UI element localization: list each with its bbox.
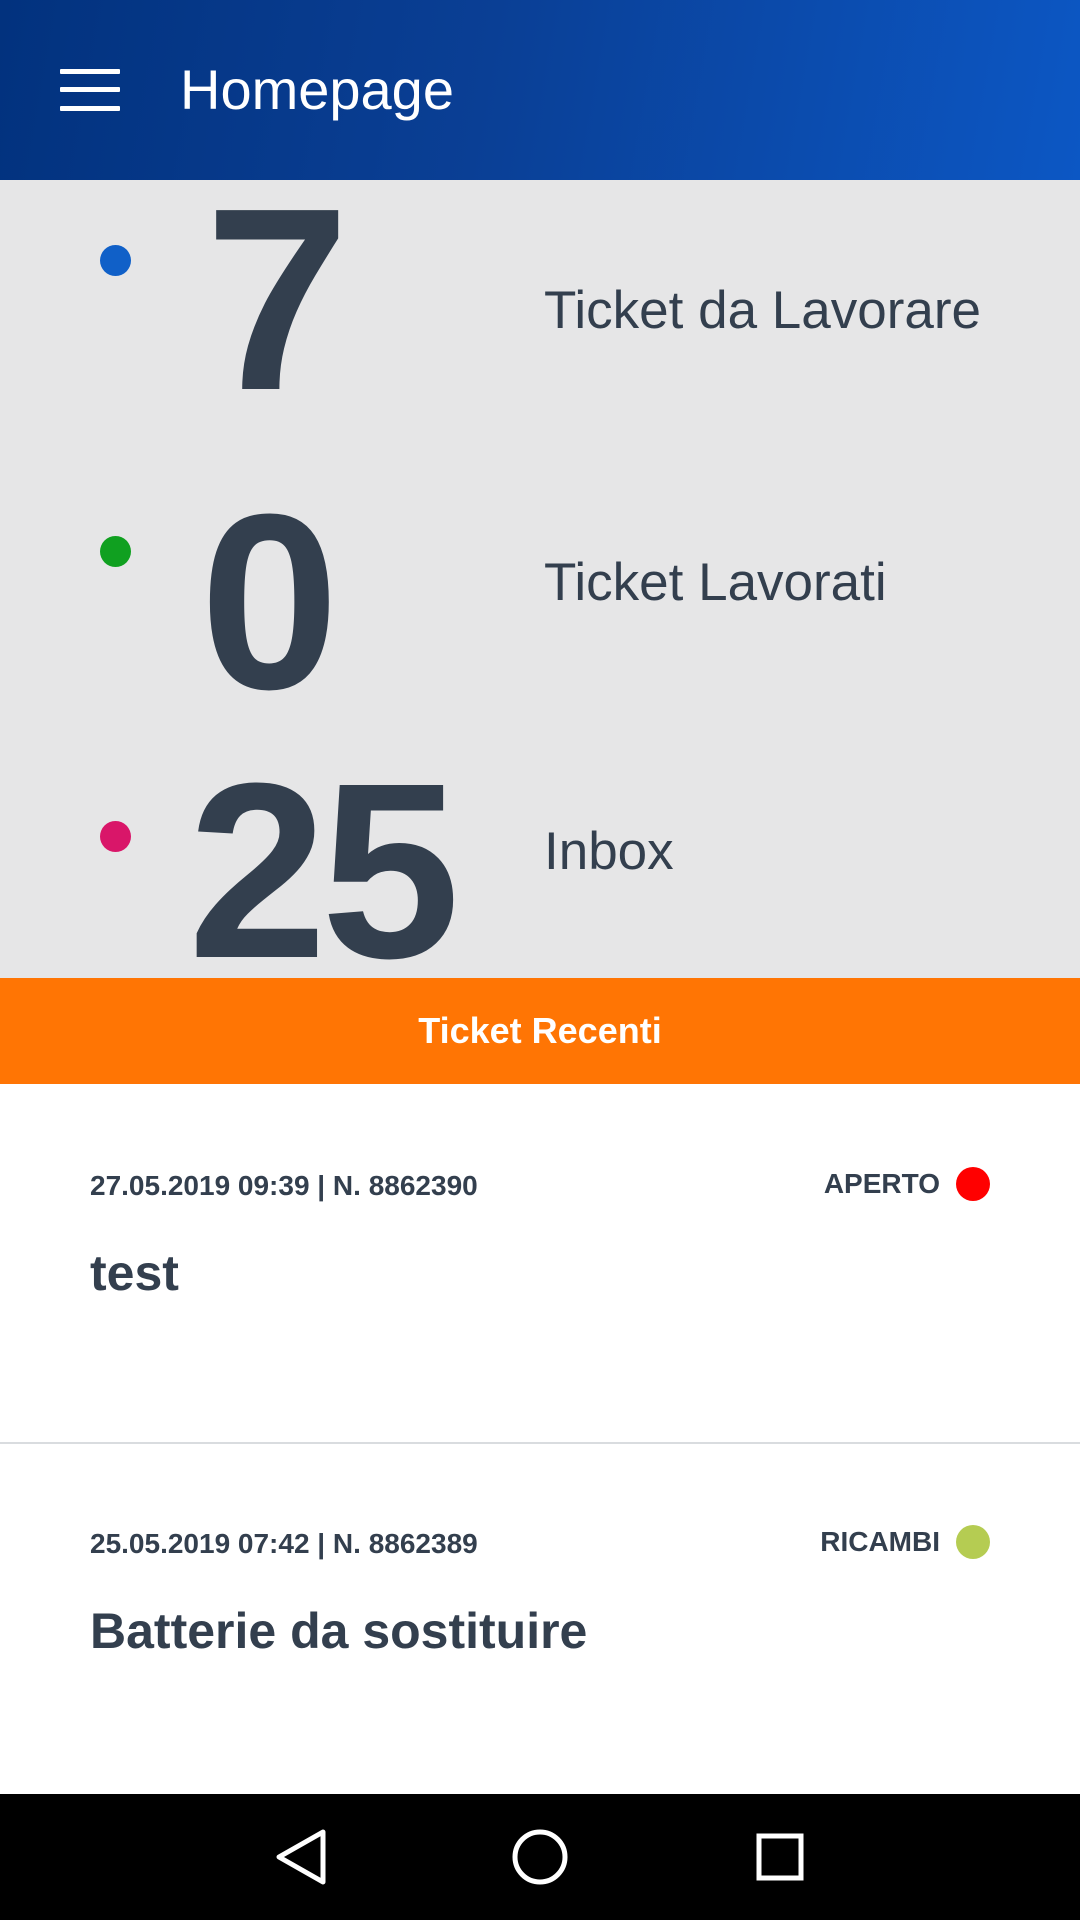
back-triangle-icon[interactable]	[265, 1822, 335, 1892]
stat-count: 7	[205, 180, 350, 445]
stat-row-to-work[interactable]: 7 Ticket da Lavorare	[0, 180, 1080, 454]
ticket-title: Batterie da sostituire	[90, 1603, 588, 1659]
status-dot	[956, 1525, 990, 1559]
ticket-meta: 25.05.2019 07:42 | N. 8862389	[90, 1528, 478, 1559]
stat-row-inbox[interactable]: 25 Inbox	[0, 751, 1080, 978]
system-nav-bar	[0, 1794, 1080, 1920]
stat-count: 0	[200, 462, 340, 741]
ticket-status: APERTO	[824, 1167, 990, 1201]
status-dot-magenta	[100, 821, 131, 852]
ticket-status: RICAMBI	[820, 1525, 990, 1559]
ticket-meta: 27.05.2019 09:39 | N. 8862390	[90, 1170, 478, 1201]
recent-tickets-title: Ticket Recenti	[418, 1010, 662, 1051]
ticket-title: test	[90, 1245, 179, 1301]
stat-count: 25	[188, 751, 460, 978]
status-dot-green	[100, 536, 131, 567]
stat-label: Ticket Lavorati	[544, 553, 887, 612]
hamburger-icon	[60, 69, 120, 111]
status-dot	[956, 1167, 990, 1201]
page-title: Homepage	[180, 58, 454, 121]
recent-tickets-header: Ticket Recenti	[0, 978, 1080, 1084]
status-text: RICAMBI	[820, 1526, 940, 1557]
ticket-card[interactable]: 25.05.2019 07:42 | N. 8862389 RICAMBI Ba…	[0, 1444, 1080, 1794]
recents-square-icon[interactable]	[745, 1822, 815, 1892]
home-circle-icon[interactable]	[505, 1822, 575, 1892]
stat-label: Ticket da Lavorare	[544, 281, 981, 340]
ticket-card[interactable]: 27.05.2019 09:39 | N. 8862390 APERTO tes…	[0, 1084, 1080, 1442]
status-dot-blue	[100, 245, 131, 276]
stat-row-worked[interactable]: 0 Ticket Lavorati	[0, 452, 1080, 753]
app-bar: Homepage	[0, 0, 1080, 180]
stat-label: Inbox	[544, 822, 674, 881]
status-text: APERTO	[823, 1168, 940, 1199]
menu-button[interactable]	[40, 45, 140, 135]
